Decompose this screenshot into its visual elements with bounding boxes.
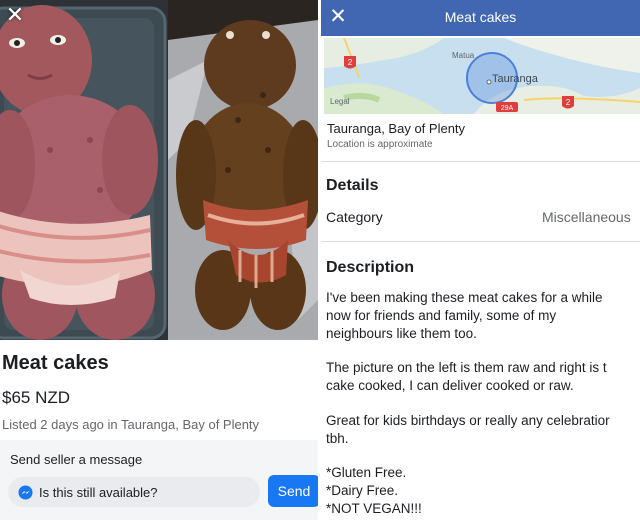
top-bar: ✕ Meat cakes	[321, 0, 640, 36]
listing-photos	[0, 0, 318, 340]
raw-meat-cake-photo[interactable]	[0, 0, 168, 340]
left-screen: ✕ Meat cakes $65 NZD Listed 2 days ago i…	[0, 0, 318, 520]
location-map[interactable]: 2 2 29A Matua Tauranga Legal	[324, 38, 640, 114]
close-icon[interactable]: ✕	[4, 4, 26, 26]
description-line: now for friends and family, some of my	[326, 308, 557, 323]
details-heading: Details	[326, 177, 379, 194]
send-message-heading: Send seller a message	[10, 452, 143, 467]
description-heading: Description	[326, 259, 415, 276]
category-label: Category	[326, 209, 383, 225]
divider	[321, 241, 640, 242]
description-line: cake cooked, I can deliver cooked or raw…	[326, 378, 574, 393]
description-line: Great for kids birthdays or really any c…	[326, 413, 610, 428]
raw-meat-cake-image	[0, 0, 168, 340]
description-line: The picture on the left is them raw and …	[326, 360, 607, 375]
map-image: 2 2 29A Matua Tauranga Legal	[324, 38, 640, 114]
listing-meta: Listed 2 days ago in Tauranga, Bay of Pl…	[2, 417, 260, 432]
map-label-tauranga: Tauranga	[492, 73, 539, 85]
listing-price: $65 NZD	[2, 388, 71, 407]
map-legal-link[interactable]: Legal	[330, 97, 350, 106]
right-screen: ✕ Meat cakes 2 2 29A Matua Tauranga Lega…	[321, 0, 640, 520]
location-name: Tauranga, Bay of Plenty	[327, 121, 466, 136]
message-input[interactable]	[39, 484, 249, 500]
road-shield-label: 2	[566, 98, 571, 107]
description-line: neighbours like them too.	[326, 326, 477, 341]
description-line: *NOT VEGAN!!!	[326, 501, 422, 516]
description-line: *Dairy Free.	[326, 483, 399, 498]
divider	[321, 161, 640, 162]
road-shield-label: 29A	[501, 105, 514, 112]
description-line: tbh.	[326, 431, 349, 446]
description-line: *Gluten Free.	[326, 465, 407, 480]
location-note: Location is approximate	[327, 139, 433, 150]
map-label-matua: Matua	[452, 51, 475, 60]
cooked-meat-cake-photo[interactable]	[168, 0, 318, 340]
messenger-icon	[18, 484, 33, 500]
send-message-panel: Send seller a message Send	[0, 440, 318, 520]
send-button[interactable]: Send	[268, 475, 318, 507]
page-title: Meat cakes	[444, 9, 517, 25]
cooked-meat-cake-image	[168, 0, 318, 340]
road-shield-label: 2	[348, 58, 353, 67]
category-value: Miscellaneous	[542, 209, 631, 225]
description-line: I've been making these meat cakes for a …	[326, 290, 603, 305]
message-field[interactable]	[8, 477, 260, 507]
listing-title: Meat cakes	[2, 352, 109, 374]
